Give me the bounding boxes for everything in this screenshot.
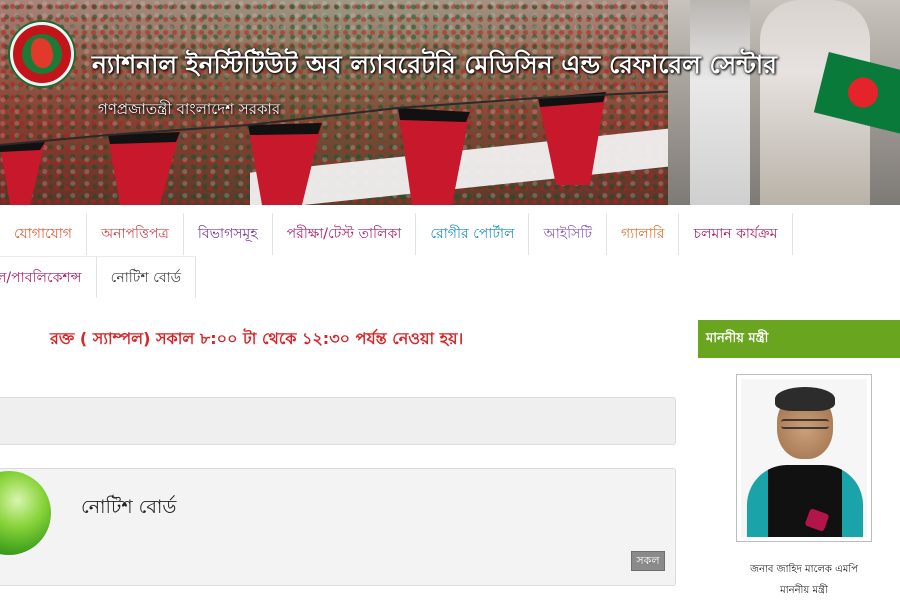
minister-photo (736, 374, 872, 542)
main-navigation: যোগাযোগ অনাপত্তিপত্র বিভাগসমূহ পরীক্ষা/ট… (0, 213, 900, 298)
portrait-glasses (781, 419, 829, 429)
government-logo-icon[interactable] (10, 22, 74, 86)
banner-figure-person (690, 0, 750, 205)
sample-collection-notice: রক্ত ( স্যাম্পল) সকাল ৮:০০ টা থেকে ১২:৩০… (50, 329, 464, 348)
notice-board-title: নোটিশ বোর্ড (81, 496, 177, 518)
portrait-body (747, 465, 863, 537)
nav-item-publications[interactable]: ল/পাবলিকেশন্স (0, 256, 97, 298)
nav-item-ongoing-activities[interactable]: চলমান কার্যক্রম (679, 213, 793, 255)
view-all-button[interactable]: সকল (631, 551, 665, 571)
header-banner: ন্যাশনাল ইনস্টিটিউট অব ল্যাবরেটরি মেডিসি… (0, 0, 900, 205)
site-subtitle: গণপ্রজাতন্ত্রী বাংলাদেশ সরকার (98, 100, 281, 118)
nav-item-test-list[interactable]: পরীক্ষা/টেস্ট তালিকা (273, 213, 417, 255)
sidebar-heading-minister: মাননীয় মন্ত্রী (698, 320, 900, 358)
nav-item-gallery[interactable]: গ্যালারি (607, 213, 680, 255)
globe-icon (0, 471, 51, 555)
nav-row-1: যোগাযোগ অনাপত্তিপত্র বিভাগসমূহ পরীক্ষা/ট… (0, 213, 793, 255)
portrait-hair (775, 387, 835, 411)
content-bar (0, 397, 676, 445)
minister-title: মাননীয় মন্ত্রী (780, 585, 828, 596)
nav-item-notice-board[interactable]: নোটিশ বোর্ড (96, 256, 196, 298)
nav-item-departments[interactable]: বিভাগসমূহ (184, 213, 273, 255)
nav-item-noc[interactable]: অনাপত্তিপত্র (87, 213, 184, 255)
nav-item-patient-portal[interactable]: রোগীর পোর্টাল (416, 213, 530, 255)
notice-board-panel: নোটিশ বোর্ড সকল (0, 468, 676, 586)
minister-portrait (741, 379, 867, 537)
nav-item-contact[interactable]: যোগাযোগ (0, 213, 87, 255)
site-title[interactable]: ন্যাশনাল ইনস্টিটিউট অব ল্যাবরেটরি মেডিসি… (92, 45, 777, 88)
nav-row-2: ল/পাবলিকেশন্স নোটিশ বোর্ড (0, 256, 196, 298)
nav-item-ict[interactable]: আইসিটি (529, 213, 607, 255)
minister-name: জনাব জাহিদ মালেক এমপি (750, 564, 858, 575)
